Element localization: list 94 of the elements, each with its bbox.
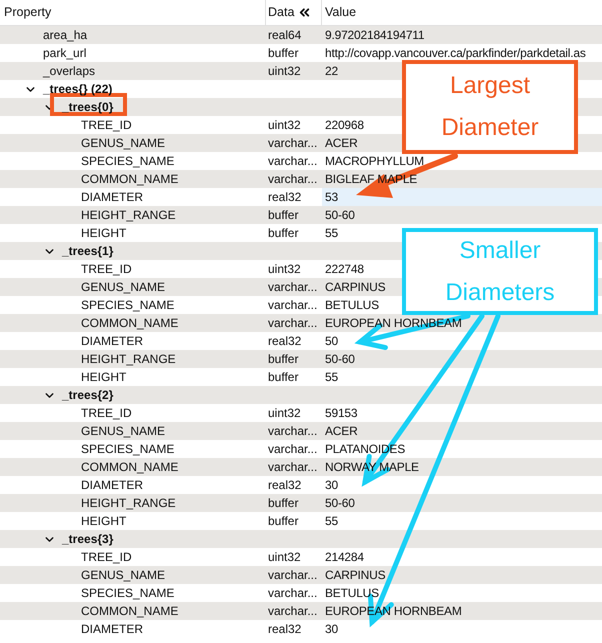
property-name[interactable]: _trees{0} <box>62 98 114 116</box>
property-name[interactable]: HEIGHT <box>81 224 126 242</box>
property-name[interactable]: SPECIES_NAME <box>81 584 174 602</box>
property-name[interactable]: SPECIES_NAME <box>81 152 174 170</box>
property-value: 50 <box>325 333 338 350</box>
property-name[interactable]: GENUS_NAME <box>81 278 166 296</box>
property-name[interactable]: GENUS_NAME <box>81 566 166 584</box>
data-type: uint32 <box>268 550 301 564</box>
data-type: varchar... <box>268 298 318 312</box>
property-value: 55 <box>325 225 338 242</box>
property-name[interactable]: COMMON_NAME <box>81 170 178 188</box>
property-name[interactable]: DIAMETER <box>81 188 144 206</box>
data-type: real64 <box>268 28 302 42</box>
data-type: varchar... <box>268 568 318 582</box>
property-name[interactable]: GENUS_NAME <box>81 422 166 440</box>
data-type: buffer <box>268 226 298 240</box>
property-value: 55 <box>325 513 338 530</box>
callout-text: Diameters <box>445 278 555 308</box>
data-type: varchar... <box>268 280 318 294</box>
data-type: buffer <box>268 208 298 222</box>
data-type: varchar... <box>268 586 318 600</box>
property-name[interactable]: park_url <box>43 44 86 62</box>
property-value: 30 <box>325 621 338 638</box>
property-name[interactable]: DIAMETER <box>81 332 144 350</box>
property-name[interactable]: _overlaps <box>43 62 96 80</box>
data-type: varchar... <box>268 424 318 438</box>
property-value: 55 <box>325 369 338 386</box>
column-header[interactable]: Value <box>325 3 356 22</box>
property-value: 50-60 <box>325 207 355 224</box>
property-name[interactable]: _trees{2} <box>62 386 114 404</box>
property-value: CARPINUS <box>325 567 386 584</box>
data-type: buffer <box>268 370 298 384</box>
property-name[interactable]: TREE_ID <box>81 548 132 566</box>
property-name[interactable]: HEIGHT <box>81 368 126 386</box>
property-value: ACER <box>325 423 358 440</box>
property-value: http://covapp.vancouver.ca/parkfinder/parkdetail.as <box>325 45 586 62</box>
column-header[interactable]: Data <box>268 3 294 22</box>
property-name[interactable]: HEIGHT <box>81 512 126 530</box>
property-value: 214284 <box>325 549 364 566</box>
property-name[interactable]: area_ha <box>43 26 88 44</box>
data-type: varchar... <box>268 604 318 618</box>
property-value: BETULUS <box>325 585 379 602</box>
callout-text: Smaller <box>459 236 541 266</box>
data-type: uint32 <box>268 406 301 420</box>
property-value: 30 <box>325 477 338 494</box>
callout-text: Diameter <box>441 113 539 143</box>
property-value: 9.97202184194711 <box>325 27 424 44</box>
data-type: buffer <box>268 352 298 366</box>
data-type: varchar... <box>268 316 318 330</box>
column-header[interactable]: Property <box>4 3 52 22</box>
data-type: varchar... <box>268 172 318 186</box>
data-type: real32 <box>268 478 302 492</box>
property-value: BETULUS <box>325 297 379 314</box>
data-type: uint32 <box>268 64 301 78</box>
property-value: 220968 <box>325 117 364 134</box>
property-name[interactable]: COMMON_NAME <box>81 602 178 620</box>
data-type: varchar... <box>268 136 318 150</box>
data-type: real32 <box>268 334 302 348</box>
property-name[interactable]: SPECIES_NAME <box>81 296 174 314</box>
property-name[interactable]: TREE_ID <box>81 116 132 134</box>
property-value: 50-60 <box>325 495 355 512</box>
data-type: varchar... <box>268 442 318 456</box>
property-name[interactable]: DIAMETER <box>81 476 144 494</box>
data-type: buffer <box>268 514 298 528</box>
property-name[interactable]: SPECIES_NAME <box>81 440 174 458</box>
property-value: 222748 <box>325 261 364 278</box>
data-type: buffer <box>268 46 298 60</box>
property-name[interactable]: COMMON_NAME <box>81 458 178 476</box>
property-name[interactable]: GENUS_NAME <box>81 134 166 152</box>
property-name[interactable]: COMMON_NAME <box>81 314 178 332</box>
property-name[interactable]: _trees{} (22) <box>43 80 112 98</box>
property-name[interactable]: HEIGHT_RANGE <box>81 494 176 512</box>
property-value: MACROPHYLLUM <box>325 153 424 170</box>
data-type: real32 <box>268 622 302 636</box>
data-type: varchar... <box>268 460 318 474</box>
property-name[interactable]: TREE_ID <box>81 404 132 422</box>
data-type: uint32 <box>268 262 301 276</box>
property-name[interactable]: _trees{1} <box>62 242 114 260</box>
property-value: 59153 <box>325 405 358 422</box>
data-type: uint32 <box>268 118 301 132</box>
property-value: CARPINUS <box>325 279 386 296</box>
callout-text: Largest <box>450 71 530 101</box>
data-type: varchar... <box>268 154 318 168</box>
property-value: 22 <box>325 63 338 80</box>
property-name[interactable]: HEIGHT_RANGE <box>81 206 176 224</box>
property-name[interactable]: TREE_ID <box>81 260 132 278</box>
property-name[interactable]: HEIGHT_RANGE <box>81 350 176 368</box>
property-value: 50-60 <box>325 351 355 368</box>
property-name[interactable]: DIAMETER <box>81 620 144 638</box>
property-name[interactable]: _trees{3} <box>62 530 114 548</box>
data-type: real32 <box>268 190 302 204</box>
data-type: buffer <box>268 496 298 510</box>
property-value: ACER <box>325 135 358 152</box>
property-value: 53 <box>325 189 338 206</box>
